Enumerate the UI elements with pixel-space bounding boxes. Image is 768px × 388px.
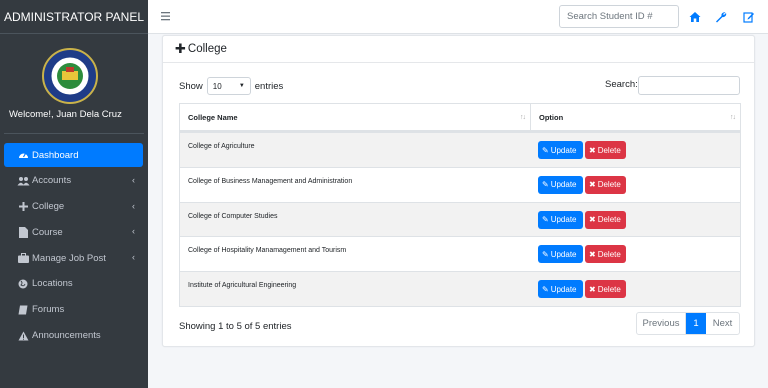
sidebar: ADMINISTRATOR PANEL Welcome!, Juan Dela … xyxy=(0,0,148,388)
sidebar-item-announcements[interactable]: Announcements xyxy=(4,324,143,348)
table-search-input[interactable] xyxy=(638,76,740,95)
chevron-down-icon: ▼ xyxy=(238,83,245,89)
plus-icon xyxy=(15,202,31,212)
sidebar-item-label: Locations xyxy=(32,278,73,290)
column-header-option[interactable]: Option ↑↓ xyxy=(531,104,740,130)
sidebar-item-label: Accounts xyxy=(32,175,72,187)
sidebar-item-course[interactable]: Course ‹ xyxy=(4,220,143,244)
pencil-icon: ✎ xyxy=(542,145,549,155)
entries-select[interactable]: 10 ▼ xyxy=(206,77,251,95)
entries-value: 10 xyxy=(212,81,222,91)
hamburger-menu-icon[interactable] xyxy=(161,10,171,22)
pencil-icon: ✎ xyxy=(542,284,549,294)
delete-button[interactable]: ✖ Delete xyxy=(585,280,626,299)
home-icon[interactable] xyxy=(689,11,701,23)
file-icon xyxy=(15,226,31,238)
update-button[interactable]: ✎ Update xyxy=(538,280,583,299)
book-icon xyxy=(15,305,31,315)
show-label: Show xyxy=(179,80,203,92)
close-icon: ✖ xyxy=(589,215,596,225)
table-header: College Name ↑↓ Option ↑↓ xyxy=(180,104,740,132)
close-icon: ✖ xyxy=(589,145,596,155)
users-icon xyxy=(15,176,31,186)
college-name-cell: College of Agriculture xyxy=(188,143,255,150)
column-header-college-name[interactable]: College Name ↑↓ xyxy=(180,104,531,130)
college-name-cell: College of Hospitality Manamagement and … xyxy=(188,247,347,255)
sidebar-item-label: Forums xyxy=(32,304,65,316)
table-search-label: Search: xyxy=(605,79,638,90)
pencil-icon: ✎ xyxy=(542,249,549,259)
student-id-search-input[interactable]: Search Student ID # xyxy=(559,5,679,28)
option-cell: ✎ Update ✖ Delete xyxy=(531,272,740,306)
table-row: College of Business Management and Admin… xyxy=(180,166,740,202)
chevron-left-icon: ‹ xyxy=(132,174,135,185)
college-card: ✚ College Show 10 ▼ entries Search: Coll… xyxy=(162,35,755,347)
warning-icon xyxy=(15,331,31,341)
sidebar-item-forums[interactable]: Forums xyxy=(4,298,143,322)
college-name-cell: College of Business Management and Admin… xyxy=(188,177,353,185)
chevron-left-icon: ‹ xyxy=(132,200,135,211)
sidebar-item-manage-job-post[interactable]: Manage Job Post ‹ xyxy=(4,246,143,270)
delete-button[interactable]: ✖ Delete xyxy=(585,175,626,194)
pagination: Previous 1 Next xyxy=(636,312,740,335)
brand-title[interactable]: ADMINISTRATOR PANEL xyxy=(0,0,148,34)
sidebar-item-accounts[interactable]: Accounts ‹ xyxy=(4,169,143,193)
pagination-page-1[interactable]: 1 xyxy=(686,313,706,334)
tachometer-icon xyxy=(15,150,31,160)
welcome-text: Welcome!, Juan Dela Cruz xyxy=(9,109,122,120)
sidebar-divider xyxy=(4,133,144,134)
pencil-icon: ✎ xyxy=(542,215,549,225)
table-info-text: Showing 1 to 5 of 5 entries xyxy=(179,321,292,332)
sidebar-item-label: College xyxy=(32,201,65,213)
sort-icon: ↑↓ xyxy=(730,114,736,121)
show-entries-control: Show 10 ▼ entries xyxy=(179,77,283,95)
college-name-cell: Institute of Agricultural Engineering xyxy=(188,282,297,290)
sidebar-item-label: Announcements xyxy=(32,330,101,342)
update-button[interactable]: ✎ Update xyxy=(538,141,583,159)
sidebar-nav: Dashboard Accounts ‹ College ‹ Course ‹ xyxy=(4,143,143,349)
chevron-left-icon: ‹ xyxy=(132,252,135,263)
top-navbar: Search Student ID # xyxy=(148,0,768,34)
college-table: College Name ↑↓ Option ↑↓ College of Agr… xyxy=(179,103,741,307)
pagination-previous[interactable]: Previous xyxy=(637,313,686,334)
chevron-left-icon: ‹ xyxy=(132,226,135,237)
sidebar-item-label: Dashboard xyxy=(32,149,79,161)
close-icon: ✖ xyxy=(589,284,596,294)
delete-button[interactable]: ✖ Delete xyxy=(585,210,626,229)
sidebar-item-college[interactable]: College ‹ xyxy=(4,195,143,219)
card-title: College xyxy=(187,43,227,55)
pagination-next[interactable]: Next xyxy=(706,313,739,334)
option-cell: ✎ Update ✖ Delete xyxy=(531,237,740,271)
sidebar-item-dashboard[interactable]: Dashboard xyxy=(4,143,143,167)
update-button[interactable]: ✎ Update xyxy=(538,210,583,229)
option-cell: ✎ Update ✖ Delete xyxy=(531,203,740,237)
delete-button[interactable]: ✖ Delete xyxy=(585,141,626,159)
sort-icon: ↑↓ xyxy=(520,114,526,121)
table-row: College of Agriculture ✎ Update ✖ Delete xyxy=(180,132,740,167)
briefcase-icon xyxy=(15,253,31,264)
sidebar-item-label: Manage Job Post xyxy=(32,252,106,264)
entries-label: entries xyxy=(254,80,284,92)
table-row: College of Computer Studies ✎ Update ✖ Del… xyxy=(180,201,740,237)
edit-icon[interactable] xyxy=(743,11,755,23)
option-cell: ✎ Update ✖ Delete xyxy=(531,133,740,167)
globe-icon xyxy=(15,279,31,289)
close-icon: ✖ xyxy=(589,249,596,259)
card-header: ✚ College xyxy=(163,36,754,63)
university-seal-logo xyxy=(42,48,98,104)
pencil-icon: ✎ xyxy=(542,180,549,190)
table-row: Institute of Agricultural Engineering ✎ U… xyxy=(180,271,740,306)
update-button[interactable]: ✎ Update xyxy=(538,175,583,194)
table-row: College of Hospitality Manamagement and … xyxy=(180,236,740,271)
delete-button[interactable]: ✖ Delete xyxy=(585,245,626,264)
option-cell: ✎ Update ✖ Delete xyxy=(531,168,740,202)
plus-icon: ✚ xyxy=(175,41,186,56)
wrench-icon[interactable] xyxy=(715,11,727,23)
sidebar-item-label: Course xyxy=(32,226,63,238)
sidebar-item-locations[interactable]: Locations xyxy=(4,272,143,296)
update-button[interactable]: ✎ Update xyxy=(538,245,583,264)
close-icon: ✖ xyxy=(589,180,596,190)
college-name-cell: College of Computer Studies xyxy=(188,212,278,220)
